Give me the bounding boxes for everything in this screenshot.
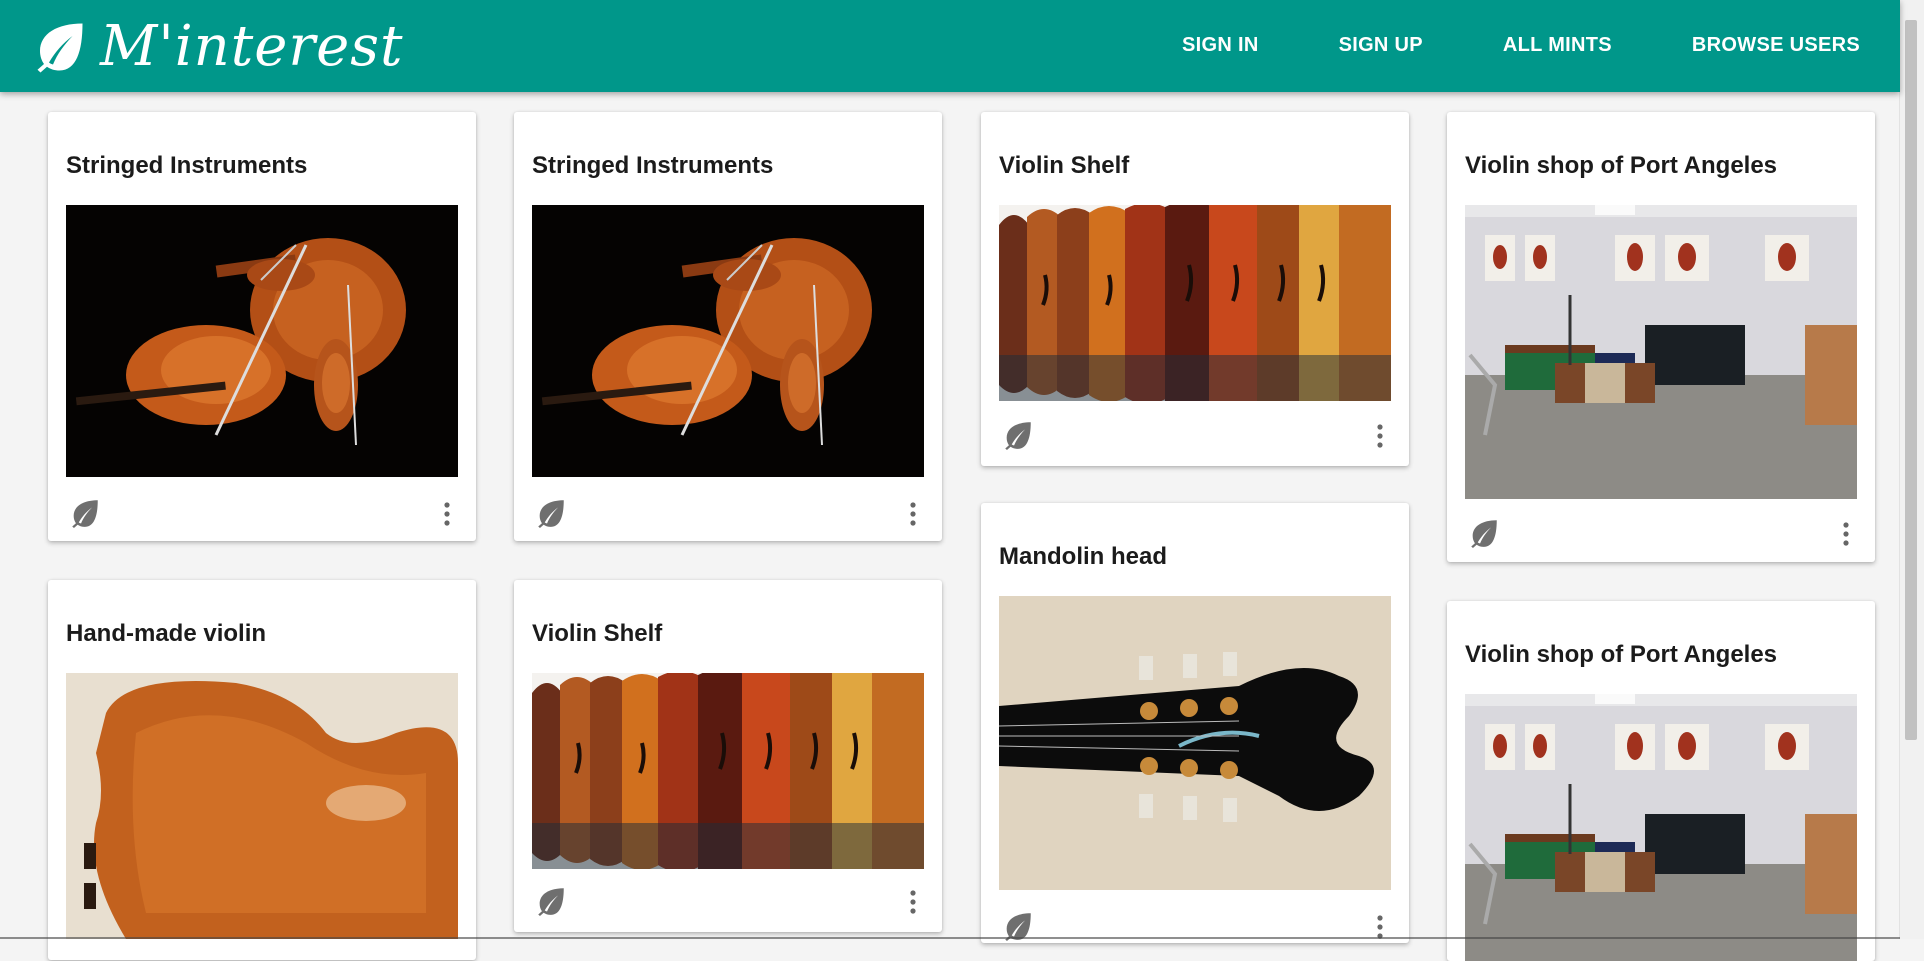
card-image[interactable]: [532, 673, 924, 869]
card-image[interactable]: [532, 205, 924, 477]
mint-card[interactable]: Violin Shelf: [981, 112, 1409, 466]
card-image[interactable]: [999, 596, 1391, 890]
card-title: Violin shop of Port Angeles: [1465, 641, 1778, 668]
scrollbar-thumb[interactable]: [1905, 20, 1917, 740]
nav-links: SIGN IN SIGN UP ALL MINTS BROWSE USERS: [1102, 0, 1860, 90]
card-image[interactable]: [1465, 694, 1857, 961]
nav-all-mints[interactable]: ALL MINTS: [1503, 34, 1612, 57]
brand[interactable]: M'interest: [30, 10, 404, 82]
mint-card[interactable]: Violin shop of Port Angeles: [1447, 112, 1875, 562]
mint-card[interactable]: Mandolin head: [981, 503, 1409, 943]
card-title: Stringed Instruments: [532, 152, 774, 179]
leaf-icon[interactable]: [1467, 516, 1501, 550]
card-title: Violin shop of Port Angeles: [1465, 152, 1778, 179]
more-vert-icon[interactable]: [908, 500, 918, 528]
leaf-icon[interactable]: [68, 496, 102, 530]
card-image[interactable]: [66, 205, 458, 477]
leaf-icon[interactable]: [534, 496, 568, 530]
nav-sign-up[interactable]: SIGN UP: [1339, 34, 1423, 57]
more-vert-icon[interactable]: [1841, 520, 1851, 548]
leaf-icon[interactable]: [1001, 418, 1035, 452]
mint-card[interactable]: Stringed Instruments: [48, 112, 476, 541]
card-title: Violin Shelf: [999, 152, 1130, 179]
nav-sign-in[interactable]: SIGN IN: [1182, 34, 1259, 57]
mint-card[interactable]: Stringed Instruments: [514, 112, 942, 541]
more-vert-icon[interactable]: [442, 500, 452, 528]
card-image[interactable]: [66, 673, 458, 939]
card-title: Violin Shelf: [532, 620, 663, 647]
card-title: Hand-made violin: [66, 620, 267, 647]
mint-card[interactable]: Violin Shelf: [514, 580, 942, 932]
leaf-logo-icon: [37, 23, 83, 73]
card-title: Mandolin head: [999, 543, 1167, 570]
leaf-icon[interactable]: [534, 884, 568, 918]
card-title: Stringed Instruments: [66, 152, 308, 179]
mint-card[interactable]: Hand-made violin: [48, 580, 476, 960]
nav-browse-users[interactable]: BROWSE USERS: [1692, 34, 1860, 57]
card-image[interactable]: [999, 205, 1391, 401]
top-navbar: M'interest SIGN IN SIGN UP ALL MINTS BRO…: [0, 0, 1900, 92]
mint-card[interactable]: Violin shop of Port Angeles: [1447, 601, 1875, 961]
card-image[interactable]: [1465, 205, 1857, 499]
more-vert-icon[interactable]: [908, 888, 918, 916]
more-vert-icon[interactable]: [1375, 422, 1385, 450]
page-scrollbar[interactable]: [1899, 0, 1924, 939]
brand-name: M'interest: [100, 13, 404, 79]
